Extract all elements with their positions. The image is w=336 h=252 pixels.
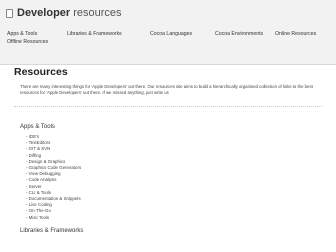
- nav-offline-resources[interactable]: Offline Resources: [7, 38, 48, 47]
- nav-cocoa-languages[interactable]: Cocoa Languages: [150, 30, 192, 39]
- logo-icon: [6, 8, 13, 18]
- site-header: Developer resources Apps & Tools Librari…: [0, 0, 336, 65]
- section-title-libraries-frameworks: Libraries & Frameworks: [20, 228, 84, 234]
- page-title: Resources: [14, 66, 68, 78]
- nav-online-resources[interactable]: Online Resources: [275, 30, 316, 39]
- section-title-apps-tools: Apps & Tools: [20, 124, 55, 130]
- site-brand[interactable]: Developer resources: [6, 5, 122, 21]
- brand-name: Developer: [17, 7, 71, 19]
- nav-cocoa-environments[interactable]: Cocoa Environments: [215, 30, 263, 39]
- nav-libraries-frameworks[interactable]: Libraries & Frameworks: [67, 30, 122, 39]
- intro-text: There are many interesting things for 'A…: [20, 84, 313, 95]
- brand-subtitle: resources: [73, 7, 122, 19]
- divider: [14, 106, 322, 107]
- apps-tools-list: - IDE's - TextEditors - GIT & SVN - Diff…: [26, 134, 81, 221]
- list-item[interactable]: - Misc Tools: [26, 215, 81, 221]
